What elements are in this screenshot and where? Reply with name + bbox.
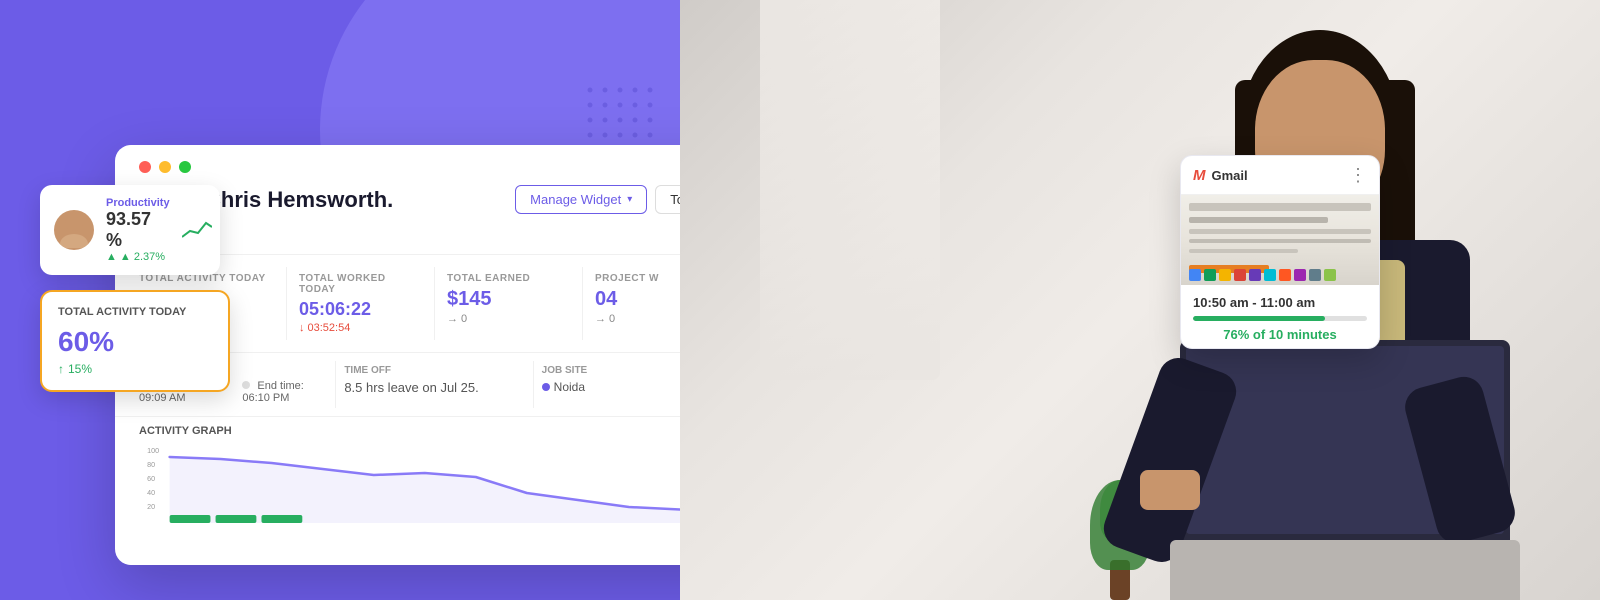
today-button[interactable]: Today ▾ xyxy=(655,185,680,214)
app-icon-4 xyxy=(1234,269,1246,281)
end-dot-icon xyxy=(242,381,250,389)
gmail-header: M Gmail ⋮ xyxy=(1181,156,1379,195)
right-section: M Gmail ⋮ xyxy=(680,0,1600,600)
app-icon-7 xyxy=(1279,269,1291,281)
metric-sub-project: → 0 xyxy=(595,313,680,325)
app-icon-8 xyxy=(1294,269,1306,281)
job-site: JOB SITE Noida xyxy=(534,361,680,408)
metric-project: PROJECT W 04 → 0 xyxy=(583,267,680,340)
gmail-progress-bar xyxy=(1193,316,1367,321)
today-label: Today xyxy=(670,192,680,207)
gmail-percent-label: 76% of 10 minutes xyxy=(1193,327,1367,342)
productivity-label: Productivity xyxy=(106,197,170,209)
screenshot-bar-2 xyxy=(1189,217,1328,223)
location-text: Noida xyxy=(554,380,585,394)
job-site-location: Noida xyxy=(542,380,680,394)
job-site-label: JOB SITE xyxy=(542,365,680,376)
person-hand xyxy=(1140,470,1200,510)
metric-total-earned: TOTAL EARNED $145 → 0 xyxy=(435,267,583,340)
metric-value-project: 04 xyxy=(595,288,680,311)
time-off-label: TIME OFF xyxy=(344,365,524,376)
manage-widget-label: Manage Widget xyxy=(530,192,621,207)
app-icon-10 xyxy=(1324,269,1336,281)
screenshot-bar-1 xyxy=(1189,203,1371,211)
metric-value-earned: $145 xyxy=(447,288,570,311)
gmail-brand: M Gmail xyxy=(1193,167,1248,184)
card-controls: Manage Widget ▾ Today ▾ xyxy=(515,185,680,214)
gmail-label: Gmail xyxy=(1212,168,1248,183)
app-icon-3 xyxy=(1219,269,1231,281)
screenshot-bar-4 xyxy=(1189,239,1371,243)
activity-section: ACTIVITY GRAPH 100 80 60 40 20 xyxy=(115,417,680,525)
screenshot-bar-3 xyxy=(1189,229,1371,234)
end-time: End time: 06:10 PM xyxy=(242,380,327,404)
time-off: TIME OFF 8.5 hrs leave on Jul 25. xyxy=(336,361,533,408)
float-card-sub: ↑ 15% xyxy=(58,362,212,376)
metric-value-worked: 05:06:22 xyxy=(299,299,422,320)
chevron-down-icon: ▾ xyxy=(627,194,632,205)
svg-text:100: 100 xyxy=(147,448,159,455)
svg-text:20: 20 xyxy=(147,504,155,511)
productivity-value: 93.57 % xyxy=(106,209,170,251)
productivity-change: ▲ 2.37% xyxy=(120,251,165,263)
gmail-screenshot-area xyxy=(1181,195,1379,285)
manage-widget-button[interactable]: Manage Widget ▾ xyxy=(515,185,647,214)
float-card-value: 60% xyxy=(58,326,212,358)
productivity-card: Productivity 93.57 % ▲ ▲ 2.37% xyxy=(40,185,220,275)
app-icon-6 xyxy=(1264,269,1276,281)
svg-text:60: 60 xyxy=(147,476,155,483)
float-card-label: TOTAL ACTIVITY TODAY xyxy=(58,306,212,318)
gmail-time-section: 10:50 am - 11:00 am 76% of 10 minutes xyxy=(1181,285,1379,348)
up-arrow-icon: ↑ xyxy=(58,362,64,376)
metric-label-earned: TOTAL EARNED xyxy=(447,273,570,284)
metric-sub-earned: → 0 xyxy=(447,313,570,325)
laptop-base xyxy=(1170,540,1520,600)
app-icons-row xyxy=(1189,269,1371,281)
app-icon-5 xyxy=(1249,269,1261,281)
productivity-info: Productivity 93.57 % ▲ ▲ 2.37% xyxy=(106,197,170,263)
trend-chart-icon xyxy=(182,219,212,242)
svg-text:80: 80 xyxy=(147,462,155,469)
left-section: Productivity 93.57 % ▲ ▲ 2.37% Hello, Ch… xyxy=(0,0,680,600)
activity-chart: 100 80 60 40 20 xyxy=(139,445,680,525)
gmail-m-icon: M xyxy=(1193,167,1206,184)
gmail-card: M Gmail ⋮ xyxy=(1180,155,1380,349)
productivity-sub: ▲ ▲ 2.37% xyxy=(106,251,170,263)
avatar xyxy=(54,210,94,250)
metric-sub-worked: ↓ 03:52:54 xyxy=(299,322,422,334)
gmail-options-icon[interactable]: ⋮ xyxy=(1349,166,1367,184)
app-icon-2 xyxy=(1204,269,1216,281)
app-icon-1 xyxy=(1189,269,1201,281)
down-icon: ↓ xyxy=(299,322,305,334)
float-card-change: 15% xyxy=(68,362,92,376)
minimize-dot xyxy=(159,161,171,173)
app-icon-9 xyxy=(1309,269,1321,281)
window-light xyxy=(760,0,940,380)
close-dot xyxy=(139,161,151,173)
gmail-progress-fill xyxy=(1193,316,1325,321)
trend-up-icon: ▲ xyxy=(106,251,117,263)
svg-text:40: 40 xyxy=(147,490,155,497)
gmail-time-label: 10:50 am - 11:00 am xyxy=(1193,295,1367,310)
maximize-dot xyxy=(179,161,191,173)
screenshot-bar-5 xyxy=(1189,249,1298,253)
activity-float-card: TOTAL ACTIVITY TODAY 60% ↑ 15% xyxy=(40,290,230,392)
location-dot-icon xyxy=(542,383,550,391)
activity-graph-title: ACTIVITY GRAPH xyxy=(139,425,680,437)
time-off-value: 8.5 hrs leave on Jul 25. xyxy=(344,380,524,395)
metric-label-worked: TOTAL WORKED TODAY xyxy=(299,273,422,295)
metric-total-worked: TOTAL WORKED TODAY 05:06:22 ↓ 03:52:54 xyxy=(287,267,435,340)
window-controls xyxy=(115,145,680,173)
metric-label-project: PROJECT W xyxy=(595,273,680,284)
